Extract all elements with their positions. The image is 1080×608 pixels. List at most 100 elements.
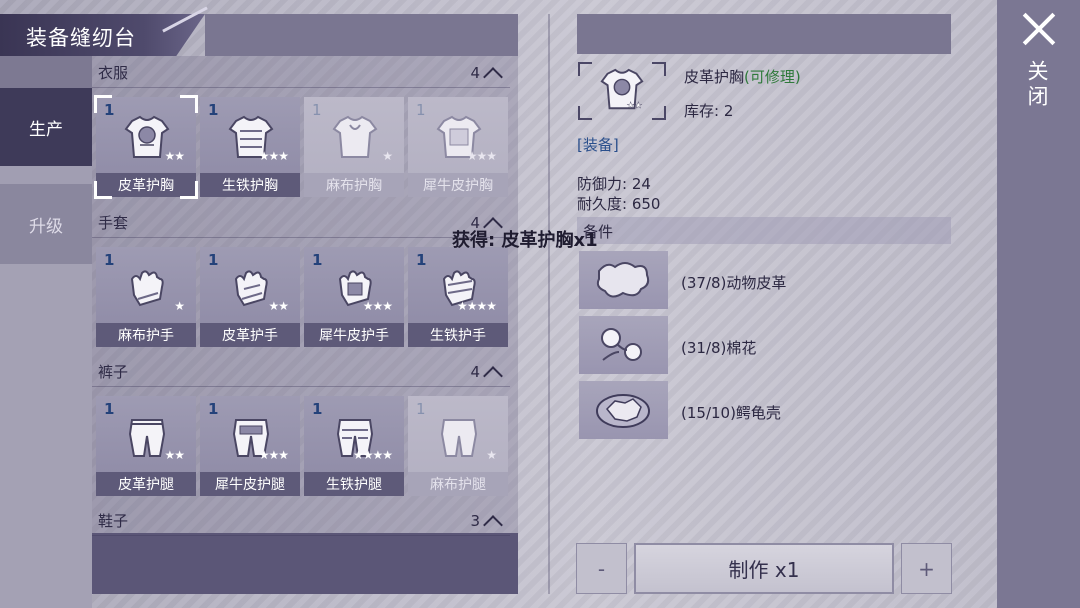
linen-chest-icon <box>332 115 378 158</box>
recipe-card-linen-glove[interactable]: 1 ★ 麻布护手 <box>96 247 196 347</box>
tab-spacer <box>0 264 92 608</box>
craft-button[interactable]: 制作 x1 <box>634 543 894 594</box>
star-rating: ★ <box>174 299 185 313</box>
item-count: 1 <box>208 101 219 119</box>
frame-corner <box>652 62 666 76</box>
tab-spacer <box>0 56 92 88</box>
item-label: 犀牛皮护手 <box>304 323 404 347</box>
page-title: 装备缝纫台 <box>26 26 136 50</box>
category-name: 衣服 <box>98 64 129 82</box>
category-header-pants[interactable]: 裤子 4 <box>92 357 510 387</box>
recipe-card-rhino-leg[interactable]: 1 ★★★ 犀牛皮护腿 <box>200 396 300 496</box>
category-count: 3 <box>470 511 480 530</box>
item-count: 1 <box>312 101 322 119</box>
item-count: 1 <box>416 400 426 418</box>
recipe-card-leather-chest[interactable]: 1 ★★ 皮革护胸 <box>94 95 198 199</box>
linen-glove-icon <box>130 270 164 307</box>
category-count: 4 <box>470 63 480 82</box>
acquired-toast: 获得: 皮革护胸x1 <box>452 230 598 251</box>
recipe-card-rhino-glove[interactable]: 1 ★★★ 犀牛皮护手 <box>304 247 404 347</box>
material-slot[interactable] <box>579 251 668 309</box>
star-rating: ★★★★ <box>352 448 393 462</box>
item-count: 1 <box>104 251 115 269</box>
animal-hide-icon <box>596 262 650 298</box>
tab-spacer <box>0 166 92 184</box>
category-count: 4 <box>470 362 480 381</box>
star-rating: ★★ <box>164 149 184 163</box>
recipe-card-linen-chest[interactable]: 1 ★ 麻布护胸 <box>304 97 404 197</box>
material-slot[interactable] <box>579 316 668 374</box>
recipe-card-leather-leg[interactable]: 1 ★★ 皮革护腿 <box>96 396 196 496</box>
item-count: 1 <box>208 400 219 418</box>
cotton-icon <box>601 328 642 361</box>
chevron-up-icon[interactable] <box>483 365 503 386</box>
star-rating: ★ <box>486 448 497 462</box>
item-count: 1 <box>416 251 427 269</box>
repairable-tag: (可修理) <box>744 68 801 86</box>
material-label: (15/10)鳄龟壳 <box>681 404 781 422</box>
recipe-card-leather-glove[interactable]: 1 ★★ 皮革护手 <box>200 247 300 347</box>
recipe-list-footer <box>92 533 518 594</box>
selection-corner <box>94 95 112 113</box>
item-label: 皮革护手 <box>200 323 300 347</box>
item-label: 犀牛皮护胸 <box>408 173 508 197</box>
material-slot[interactable] <box>579 381 668 439</box>
increase-quantity-button[interactable]: + <box>901 543 952 594</box>
selection-corner <box>94 181 112 199</box>
detail-stock: 库存: 2 <box>684 102 734 120</box>
item-count: 1 <box>104 400 115 418</box>
item-name: 皮革护胸 <box>684 68 745 86</box>
category-name: 手套 <box>98 214 129 232</box>
detail-item-frame: ★★ <box>578 62 666 120</box>
item-label: 麻布护手 <box>96 323 196 347</box>
item-count: 1 <box>312 251 323 269</box>
chevron-up-icon[interactable] <box>483 514 503 535</box>
list-header-strip <box>205 14 518 56</box>
item-count: 1 <box>416 101 426 119</box>
star-rating: ★★★ <box>466 149 497 163</box>
frame-corner <box>578 62 592 76</box>
svg-text:★★: ★★ <box>627 101 643 111</box>
recipe-card-iron-leg[interactable]: 1 ★★★★ 生铁护腿 <box>304 396 404 496</box>
durability-stat: 耐久度: 650 <box>577 195 661 213</box>
item-label: 皮革护腿 <box>96 472 196 496</box>
recipe-card-linen-leg[interactable]: 1 ★ 麻布护腿 <box>408 396 508 496</box>
item-count: 1 <box>312 400 323 418</box>
star-rating: ★★ <box>164 448 184 462</box>
defense-stat: 防御力: 24 <box>577 175 651 193</box>
category-header-clothes[interactable]: 衣服 4 <box>92 58 510 88</box>
star-rating: ★★ <box>268 299 288 313</box>
recipe-card-iron-glove[interactable]: 1 ★★★★ 生铁护手 <box>408 247 508 347</box>
close-icon[interactable] <box>1022 12 1056 46</box>
category-header-shoes[interactable]: 鞋子 3 <box>92 506 510 536</box>
frame-corner <box>578 106 592 120</box>
item-label: 生铁护胸 <box>200 173 300 197</box>
category-name: 鞋子 <box>98 512 129 530</box>
item-type-tag: [装备] <box>577 136 619 154</box>
decrease-quantity-button[interactable]: - <box>576 543 627 594</box>
category-name: 裤子 <box>98 363 129 381</box>
chevron-up-icon[interactable] <box>483 66 503 87</box>
item-label: 麻布护胸 <box>304 173 404 197</box>
recipe-card-rhino-chest[interactable]: 1 ★★★ 犀牛皮护胸 <box>408 97 508 197</box>
item-label: 生铁护腿 <box>304 472 404 496</box>
leather-chest-icon: ★★ <box>600 68 644 111</box>
frame-corner <box>652 106 666 120</box>
panel-divider <box>548 14 550 594</box>
tab-produce[interactable]: 生产 <box>0 88 92 166</box>
detail-item-name: 皮革护胸(可修理) <box>684 66 801 87</box>
item-label: 犀牛皮护腿 <box>200 472 300 496</box>
star-rating: ★★★★ <box>456 299 497 313</box>
star-rating: ★ <box>382 149 393 163</box>
materials-header: 备件 <box>577 217 951 244</box>
detail-header-strip <box>577 14 951 54</box>
recipe-card-iron-chest[interactable]: 1 ★★★ 生铁护胸 <box>200 97 300 197</box>
close-label[interactable]: 关闭 <box>1025 60 1052 110</box>
selection-corner <box>180 95 198 113</box>
item-label: 麻布护腿 <box>408 472 508 496</box>
tab-upgrade[interactable]: 升级 <box>0 184 92 264</box>
item-count: 1 <box>208 251 219 269</box>
turtle-shell-icon <box>596 394 650 428</box>
category-header-gloves[interactable]: 手套 4 <box>92 208 510 238</box>
linen-leg-icon <box>440 419 478 457</box>
